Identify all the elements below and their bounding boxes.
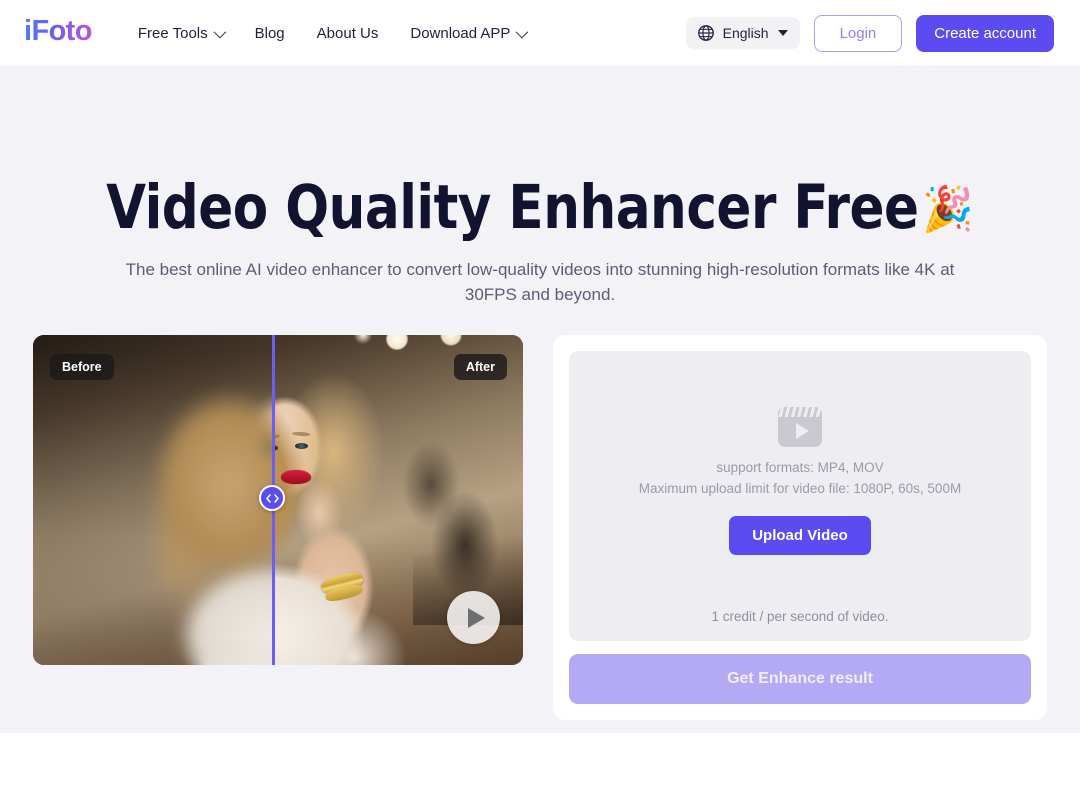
nav-item-free-tools[interactable]: Free Tools — [137, 24, 226, 42]
language-label: English — [722, 25, 769, 41]
supported-formats-text: support formats: MP4, MOV — [716, 460, 884, 476]
upload-video-button[interactable]: Upload Video — [729, 516, 871, 556]
after-badge: After — [453, 354, 507, 381]
nav-item-download-app[interactable]: Download APP — [410, 24, 529, 42]
main-nav: Free Tools Blog About Us Download APP — [137, 24, 529, 42]
logo[interactable]: iFoto — [24, 17, 92, 49]
site-header: iFoto Free Tools Blog About Us Download … — [0, 0, 1080, 67]
before-photo-clip — [33, 335, 272, 666]
photo-detail — [261, 434, 272, 441]
get-enhance-result-button[interactable]: Get Enhance result — [569, 654, 1031, 705]
photo-detail — [281, 470, 311, 485]
before-after-comparison[interactable]: Before After — [33, 335, 523, 666]
page-title: Video Quality Enhancer Free🎉 — [32, 174, 1047, 241]
nav-item-label: Download APP — [410, 24, 511, 42]
upload-panel: support formats: MP4, MOV Maximum upload… — [553, 335, 1047, 721]
globe-icon — [697, 25, 714, 41]
caret-down-icon — [777, 30, 788, 36]
nav-item-about-us[interactable]: About Us — [317, 25, 379, 42]
play-icon — [467, 607, 485, 628]
video-dropzone[interactable]: support formats: MP4, MOV Maximum upload… — [569, 351, 1031, 604]
play-button[interactable] — [447, 591, 500, 645]
hero-subtitle: The best online AI video enhancer to con… — [125, 260, 955, 304]
video-clapperboard-icon — [778, 407, 822, 448]
play-icon — [795, 422, 809, 439]
before-photo-details — [33, 335, 272, 665]
hero-section: Video Quality Enhancer Free🎉 The best on… — [0, 67, 1080, 733]
left-right-arrows-icon — [265, 494, 279, 503]
photo-detail — [295, 443, 308, 450]
before-badge: Before — [50, 354, 114, 381]
nav-item-label: About Us — [316, 24, 379, 42]
create-account-button[interactable]: Create account — [916, 14, 1054, 52]
photo-detail — [285, 457, 295, 466]
language-selector[interactable]: English — [685, 17, 800, 49]
comparison-slider-handle[interactable] — [259, 485, 285, 512]
nav-item-blog[interactable]: Blog — [255, 25, 285, 42]
chevron-down-icon — [515, 25, 529, 38]
login-button[interactable]: Login — [813, 14, 903, 52]
nav-item-label: Free Tools — [137, 24, 208, 42]
page-title-text: Video Quality Enhancer Free — [106, 172, 919, 243]
photo-detail — [265, 445, 272, 452]
nav-item-label: Blog — [254, 24, 285, 42]
photo-detail — [291, 431, 311, 437]
chevron-down-icon — [213, 25, 226, 38]
upload-limit-text: Maximum upload limit for video file: 108… — [638, 481, 962, 497]
header-actions: English Login Create account — [685, 14, 1054, 52]
party-popper-icon: 🎉 — [922, 184, 974, 235]
tool-stage: Before After support formats: MP4, MOV M… — [33, 335, 1047, 721]
clapper-strip — [778, 407, 822, 418]
